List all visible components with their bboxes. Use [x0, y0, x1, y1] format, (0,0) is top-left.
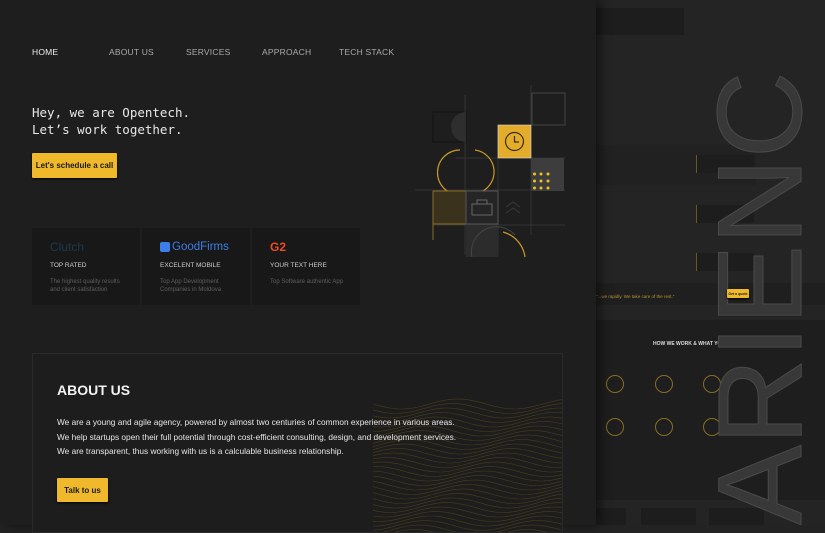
- hero-heading: Hey, we are Opentech. Let’s work togethe…: [32, 104, 190, 138]
- hero-illustration: [415, 85, 575, 265]
- wave-line: [373, 480, 563, 490]
- wave-line: [373, 444, 563, 454]
- card-description: Top Software authentic App: [270, 278, 350, 286]
- about-text-line: We help startups open their full potenti…: [57, 432, 456, 442]
- wave-line: [373, 453, 563, 463]
- goodfirms-logo-text: GoodFirms: [172, 241, 229, 253]
- preview-quote: "...we rapidly. We take care of the rest…: [596, 294, 674, 299]
- nav-tech-stack[interactable]: TECH STACK: [339, 47, 394, 57]
- wave-line: [373, 507, 563, 517]
- schedule-call-button[interactable]: Let's schedule a call: [32, 153, 117, 178]
- card-description: Top App Development Companies in Moldova: [160, 278, 240, 294]
- g2-logo: G2: [270, 240, 286, 254]
- about-title: ABOUT US: [57, 382, 130, 398]
- preview-quote-button[interactable]: Get a quote: [727, 289, 749, 298]
- about-text-line: We are transparent, thus working with us…: [57, 446, 344, 456]
- wave-pattern-decoration: [373, 394, 563, 533]
- nav-approach[interactable]: APPROACH: [262, 47, 311, 57]
- nav-about-us[interactable]: ABOUT US: [109, 47, 154, 57]
- dots-icon: [533, 173, 550, 190]
- nav-services[interactable]: SERVICES: [186, 47, 230, 57]
- goodfirms-logo: GoodFirms: [160, 240, 229, 254]
- nav-home[interactable]: HOME: [32, 47, 58, 57]
- wave-line: [373, 530, 563, 533]
- goodfirms-logo-icon: [160, 242, 170, 252]
- wave-line: [373, 521, 563, 531]
- wave-line: [373, 471, 563, 481]
- preview-card: [596, 8, 684, 35]
- card-title: EXCELENT MOBILE: [160, 262, 221, 269]
- preview-step-icon: [606, 418, 624, 436]
- hero-line-2: Let’s work together.: [32, 121, 190, 138]
- wave-line: [373, 399, 563, 409]
- card-title: YOUR TEXT HERE: [270, 262, 327, 269]
- talk-to-us-button[interactable]: Talk to us: [57, 478, 108, 502]
- chevron-up-icon: [506, 202, 520, 213]
- award-card-clutch: Clutch TOP RATED The highest quality res…: [32, 228, 140, 305]
- about-section: ABOUT US We are a young and agile agency…: [32, 353, 563, 533]
- preview-step-icon: [655, 375, 673, 393]
- wave-line: [373, 458, 563, 468]
- preview-step-icon: [606, 375, 624, 393]
- card-description: The highest quality results and client s…: [50, 278, 130, 294]
- award-card-g2: G2 YOUR TEXT HERE Top Software authentic…: [252, 228, 360, 305]
- award-card-goodfirms: GoodFirms EXCELENT MOBILE Top App Develo…: [142, 228, 250, 305]
- wave-line: [373, 467, 563, 477]
- card-title: TOP RATED: [50, 262, 86, 269]
- clutch-logo: Clutch: [50, 240, 84, 254]
- hero-line-1: Hey, we are Opentech.: [32, 104, 190, 121]
- preview-step-icon: [655, 418, 673, 436]
- about-text-line: We are a young and agile agency, powered…: [57, 417, 455, 427]
- main-page: HOME ABOUT US SERVICES APPROACH TECH STA…: [0, 0, 596, 525]
- decorative-side-text: ARIENC: [700, 0, 820, 525]
